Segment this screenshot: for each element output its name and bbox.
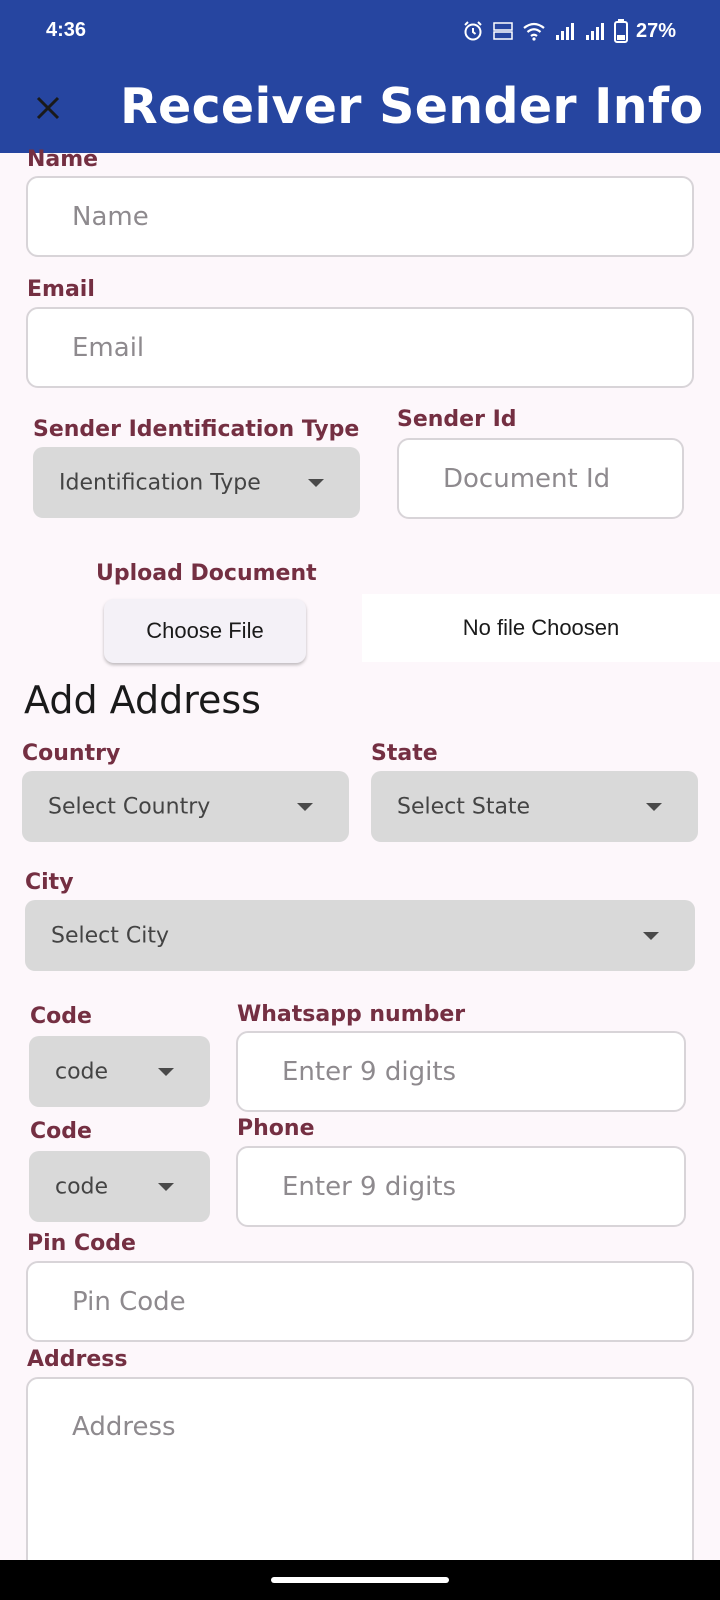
whatsapp-field[interactable]: Enter 9 digits [236, 1031, 686, 1112]
chevron-down-icon [643, 931, 659, 940]
city-label: City [25, 870, 74, 895]
country-dropdown[interactable]: Select Country [22, 771, 349, 842]
close-button[interactable] [30, 90, 66, 126]
chevron-down-icon [308, 478, 324, 487]
address-textarea[interactable]: Address [26, 1377, 694, 1577]
phone-code-value: code [55, 1174, 109, 1199]
address-label: Address [27, 1347, 128, 1372]
app-bar: Receiver Sender Info [0, 64, 720, 153]
close-icon [36, 96, 60, 120]
country-label: Country [22, 741, 121, 766]
sender-id-field[interactable]: Document Id [397, 438, 684, 519]
chevron-down-icon [158, 1182, 174, 1191]
state-value: Select State [397, 794, 531, 819]
chevron-down-icon [297, 802, 313, 811]
status-bar: 4:36 27% [0, 0, 720, 64]
id-type-dropdown[interactable]: Identification Type [33, 447, 360, 518]
section-title: Add Address [24, 678, 261, 722]
city-value: Select City [51, 923, 169, 948]
whatsapp-placeholder: Enter 9 digits [282, 1056, 457, 1087]
address-placeholder: Address [72, 1412, 176, 1442]
choose-file-button[interactable]: Choose File [104, 599, 306, 663]
country-value: Select Country [48, 794, 211, 819]
upload-label: Upload Document [96, 561, 317, 586]
home-handle[interactable] [271, 1577, 449, 1583]
pin-code-field[interactable]: Pin Code [26, 1261, 694, 1342]
phone-field[interactable]: Enter 9 digits [236, 1146, 686, 1227]
city-dropdown[interactable]: Select City [25, 900, 695, 971]
status-icons: 27% [462, 17, 676, 45]
chevron-down-icon [158, 1067, 174, 1076]
pin-code-label: Pin Code [27, 1231, 136, 1256]
state-label: State [371, 741, 438, 766]
signal-icon-2 [585, 23, 604, 40]
email-placeholder: Email [72, 332, 145, 363]
id-type-label: Sender Identification Type [33, 417, 360, 442]
whatsapp-code-value: code [55, 1059, 109, 1084]
state-dropdown[interactable]: Select State [371, 771, 698, 842]
phone-code-label: Code [30, 1119, 92, 1144]
whatsapp-label: Whatsapp number [237, 1002, 466, 1027]
email-label: Email [27, 277, 95, 302]
name-label: Name [27, 147, 99, 172]
battery-percent: 27% [635, 19, 676, 42]
wifi-icon [523, 22, 545, 41]
phone-label: Phone [237, 1116, 315, 1141]
alarm-icon [464, 21, 482, 41]
chevron-down-icon [646, 802, 662, 811]
name-field[interactable]: Name [26, 176, 694, 257]
email-field[interactable]: Email [26, 307, 694, 388]
battery-icon [613, 19, 628, 43]
sender-id-label: Sender Id [397, 407, 517, 432]
id-type-value: Identification Type [59, 470, 261, 495]
page-title: Receiver Sender Info [120, 78, 704, 135]
whatsapp-code-label: Code [30, 1004, 92, 1029]
phone-placeholder: Enter 9 digits [282, 1171, 457, 1202]
phone-code-dropdown[interactable]: code [29, 1151, 210, 1222]
sender-id-placeholder: Document Id [443, 463, 611, 494]
file-status: No file Choosen [362, 594, 720, 662]
pin-code-placeholder: Pin Code [72, 1286, 186, 1317]
whatsapp-code-dropdown[interactable]: code [29, 1036, 210, 1107]
volte-icon [493, 22, 513, 40]
status-time: 4:36 [46, 19, 87, 41]
name-placeholder: Name [72, 201, 149, 232]
signal-icon-1 [555, 23, 574, 40]
